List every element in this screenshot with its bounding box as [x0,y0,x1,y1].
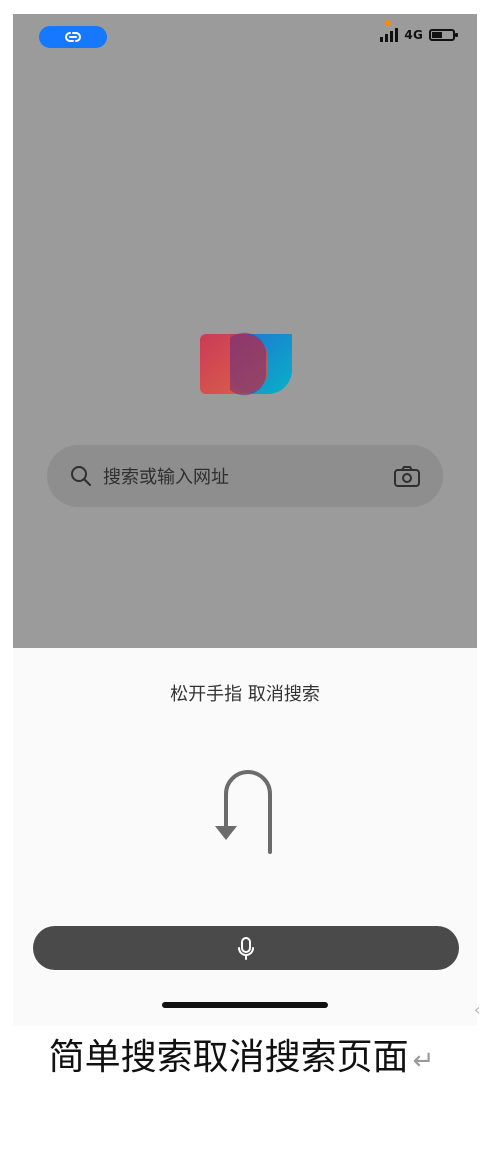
search-icon [69,464,93,488]
signal-icon [380,28,399,42]
status-pill[interactable] [39,26,107,48]
search-placeholder: 搜索或输入网址 [103,467,229,488]
status-bar: 4G [13,14,477,58]
link-icon [60,29,86,45]
app-logo [200,332,292,396]
cancel-search-hint: 松开手指 取消搜索 [170,684,320,705]
camera-icon[interactable] [393,464,421,488]
dim-overlay: 4G 搜索或输入网址 [13,14,477,648]
u-turn-arrow-icon [215,770,272,854]
phone-screen: 4G 搜索或输入网址 松开手指 取消搜索 [13,14,477,1026]
caption-text: 简单搜索取消搜索页面 [48,1037,409,1078]
search-bar[interactable]: 搜索或输入网址 [47,445,443,507]
mic-icon [235,936,257,960]
home-indicator[interactable] [162,1002,328,1008]
network-type: 4G [404,28,423,42]
edge-mark: ‹ [474,1000,481,1019]
caption: 简单搜索取消搜索页面 ↵ [0,1028,483,1080]
battery-icon [429,28,459,42]
status-right: 4G [380,28,459,42]
voice-input-bar[interactable] [33,926,459,970]
return-symbol: ↵ [412,1046,435,1076]
privacy-dot [385,20,391,26]
